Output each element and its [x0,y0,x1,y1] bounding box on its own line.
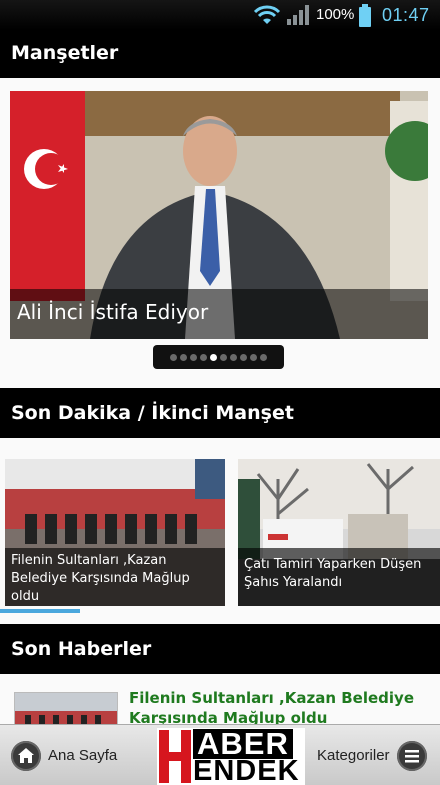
home-label[interactable]: Ana Sayfa [48,747,117,764]
news-card[interactable]: Filenin Sultanları ,Kazan Belediye Karşı… [5,459,225,606]
pager-dot[interactable] [220,353,227,361]
pager-dot[interactable] [200,353,207,361]
pager-dot-active[interactable] [210,353,217,361]
battery-icon [359,4,371,27]
haber-hendek-logo[interactable]: ABER ENDEK [157,728,305,785]
categories-label[interactable]: Kategoriler [317,747,390,764]
news-card[interactable]: Çatı Tamiri Yaparken Düşen Şahıs Yaralan… [238,459,440,606]
pager-dot[interactable] [260,353,267,361]
headline-title[interactable]: Ali İnci İstifa Ediyor [10,289,428,339]
headlines-title: Manşetler [11,42,119,64]
breaking-title: Son Dakika / İkinci Manşet [11,402,294,424]
card-caption[interactable]: Çatı Tamiri Yaparken Düşen Şahıs Yaralan… [238,548,440,606]
news-item-title[interactable]: Filenin Sultanları ,Kazan Belediye Karşı… [129,688,429,728]
carousel-pager[interactable] [153,345,284,369]
breaking-header: Son Dakika / İkinci Manşet [0,388,440,438]
pager-dot[interactable] [240,353,247,361]
latest-title: Son Haberler [11,638,152,660]
status-bar: 100% 01:47 [0,0,440,30]
headlines-header: Manşetler [0,30,440,78]
pager-dot[interactable] [190,353,197,361]
signal-icon [287,5,309,25]
latest-header: Son Haberler [0,624,440,674]
menu-icon [405,750,419,763]
battery-percent: 100% [316,6,355,23]
clock: 01:47 [382,5,430,25]
logo-h-glyph [159,730,191,783]
card-caption[interactable]: Filenin Sultanları ,Kazan Belediye Karşı… [5,548,225,606]
pager-dot[interactable] [250,353,257,361]
pager-dot[interactable] [170,353,177,361]
categories-button[interactable] [397,741,427,771]
pager-dot[interactable] [180,353,187,361]
pager-dot[interactable] [230,353,237,361]
wifi-icon [253,5,281,24]
home-button[interactable] [11,741,41,771]
logo-text-bottom: ENDEK [193,755,300,785]
scroll-indicator [0,609,80,613]
home-icon [18,748,34,763]
